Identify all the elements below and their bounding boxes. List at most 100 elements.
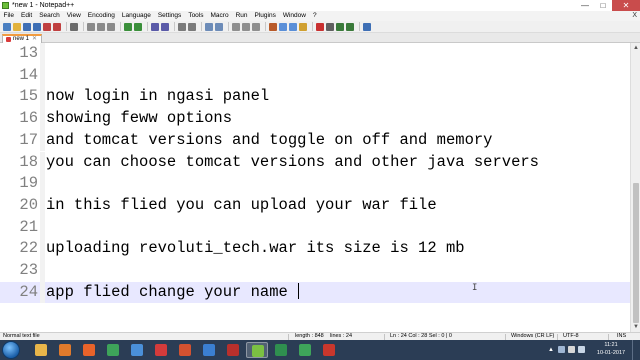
line-number: 13	[19, 44, 38, 62]
menu-help[interactable]: ?	[309, 11, 320, 21]
line-number: 14	[19, 65, 38, 84]
close-button[interactable]: ✕	[612, 0, 640, 11]
notepadpp-icon	[252, 345, 264, 357]
user-lang-icon[interactable]	[269, 22, 277, 31]
scroll-down-icon[interactable]: ▼	[631, 322, 640, 332]
menu-file[interactable]: File	[0, 11, 17, 21]
editor-line[interactable]: 24 app flied change your name	[0, 281, 630, 304]
taskbar-chrome-button[interactable]	[102, 342, 124, 358]
find-icon[interactable]	[151, 22, 159, 31]
stop-macro-icon[interactable]	[326, 22, 334, 31]
run-macro-icon[interactable]	[346, 22, 354, 31]
line-text: you can choose tomcat versions and other…	[46, 152, 539, 174]
taskbar-snagit-button[interactable]	[150, 342, 172, 358]
menu-search[interactable]: Search	[36, 11, 64, 21]
taskbar-download-button[interactable]	[270, 342, 292, 358]
open-file-icon[interactable]	[13, 22, 21, 31]
globe-icon	[203, 344, 215, 356]
menu-view[interactable]: View	[63, 11, 84, 21]
replace-icon[interactable]	[161, 22, 169, 31]
taskbar-notepadpp-button[interactable]	[246, 342, 268, 358]
redo-icon[interactable]	[134, 22, 142, 31]
scrollbar-thumb[interactable]	[633, 183, 639, 323]
editor-line[interactable]: 19	[0, 173, 630, 195]
editor-line[interactable]: 23	[0, 260, 630, 282]
editor-line[interactable]: 17 and tomcat versions and toggle on off …	[0, 129, 630, 152]
tab-new-1[interactable]: new 1 ✕	[2, 34, 43, 43]
vertical-scrollbar[interactable]: ▲ ▼	[630, 43, 640, 332]
menu-macro[interactable]: Macro	[207, 11, 232, 21]
zoom-out-icon[interactable]	[188, 22, 196, 31]
show-all-chars-icon[interactable]	[242, 22, 250, 31]
editor-area[interactable]: 13 14 15 now login in ngasi panel 16 showing …	[0, 43, 630, 332]
menu-settings[interactable]: Settings	[154, 11, 185, 21]
clock-date: 10-01-2017	[596, 349, 626, 356]
editor-line[interactable]: 21	[0, 216, 630, 239]
save-macro-icon[interactable]	[363, 22, 371, 31]
editor-line[interactable]: 18 you can choose tomcat versions and oth…	[0, 151, 630, 174]
save-all-icon[interactable]	[33, 22, 41, 31]
taskbar-globe-button[interactable]	[198, 342, 220, 358]
start-button[interactable]	[2, 341, 20, 359]
minimize-button[interactable]: —	[576, 0, 594, 11]
volume-icon[interactable]	[578, 346, 585, 353]
editor-line[interactable]: 15 now login in ngasi panel	[0, 86, 630, 109]
close-document-button[interactable]: X	[632, 11, 637, 21]
editor-line[interactable]: 14	[0, 64, 630, 87]
taskbar-explorer-button[interactable]	[30, 342, 52, 358]
tray-expand-icon[interactable]: ▲	[548, 340, 554, 360]
sync-horizontal-icon[interactable]	[215, 22, 223, 31]
status-file-type: Normal text file	[3, 333, 40, 339]
clock[interactable]: 11:21 10-01-2017	[596, 342, 626, 357]
editor-line[interactable]: 20 in this flied you can upload your war …	[0, 194, 630, 217]
network-icon[interactable]	[558, 346, 565, 353]
record-macro-icon[interactable]	[316, 22, 324, 31]
doc-map-icon[interactable]	[279, 22, 287, 31]
taskbar-firefox-button[interactable]	[78, 342, 100, 358]
folder-workspace-icon[interactable]	[299, 22, 307, 31]
sync-vertical-icon[interactable]	[205, 22, 213, 31]
taskbar-filezilla-button[interactable]	[222, 342, 244, 358]
menu-plugins[interactable]: Plugins	[251, 11, 279, 21]
window-controls: — □ ✕	[576, 0, 640, 11]
browser-icon	[131, 344, 143, 356]
flag-icon[interactable]	[568, 346, 575, 353]
editor-line[interactable]: 22 uploading revoluti_tech.war its size i…	[0, 238, 630, 260]
toolbar-separator	[359, 22, 360, 31]
paste-icon[interactable]	[107, 22, 115, 31]
taskbar-chrome-button[interactable]	[294, 342, 316, 358]
menu-window[interactable]: Window	[279, 11, 309, 21]
taskbar-media-player-button[interactable]	[54, 342, 76, 358]
close-all-icon[interactable]	[53, 22, 61, 31]
zoom-in-icon[interactable]	[178, 22, 186, 31]
indent-guide-icon[interactable]	[252, 22, 260, 31]
close-icon[interactable]	[43, 22, 51, 31]
maximize-button[interactable]: □	[594, 0, 612, 11]
new-file-icon[interactable]	[3, 22, 11, 31]
menu-edit[interactable]: Edit	[17, 11, 35, 21]
editor-line[interactable]: 13	[0, 43, 630, 65]
cut-icon[interactable]	[87, 22, 95, 31]
taskbar-browser-button[interactable]	[126, 342, 148, 358]
line-content: uploading revoluti_tech.war its size is …	[46, 239, 465, 258]
menu-run[interactable]: Run	[232, 11, 251, 21]
save-icon[interactable]	[23, 22, 31, 31]
fold-margin	[40, 64, 45, 87]
show-desktop-button[interactable]	[632, 340, 640, 360]
word-wrap-icon[interactable]	[232, 22, 240, 31]
editor-line[interactable]: 16 showing feww options	[0, 108, 630, 130]
taskbar-recorder-button[interactable]	[318, 342, 340, 358]
menu-tools[interactable]: Tools	[185, 11, 207, 21]
menu-language[interactable]: Language	[118, 11, 154, 21]
function-list-icon[interactable]	[289, 22, 297, 31]
copy-icon[interactable]	[97, 22, 105, 31]
toolbar-separator	[201, 22, 202, 31]
taskbar-powerpoint-button[interactable]	[174, 342, 196, 358]
play-macro-icon[interactable]	[336, 22, 344, 31]
tab-close-icon[interactable]: ✕	[32, 36, 37, 43]
print-icon[interactable]	[70, 22, 78, 31]
line-content: in this flied you can upload your war fi…	[46, 195, 437, 214]
scroll-up-icon[interactable]: ▲	[631, 43, 640, 53]
undo-icon[interactable]	[124, 22, 132, 31]
menu-encoding[interactable]: Encoding	[84, 11, 118, 21]
